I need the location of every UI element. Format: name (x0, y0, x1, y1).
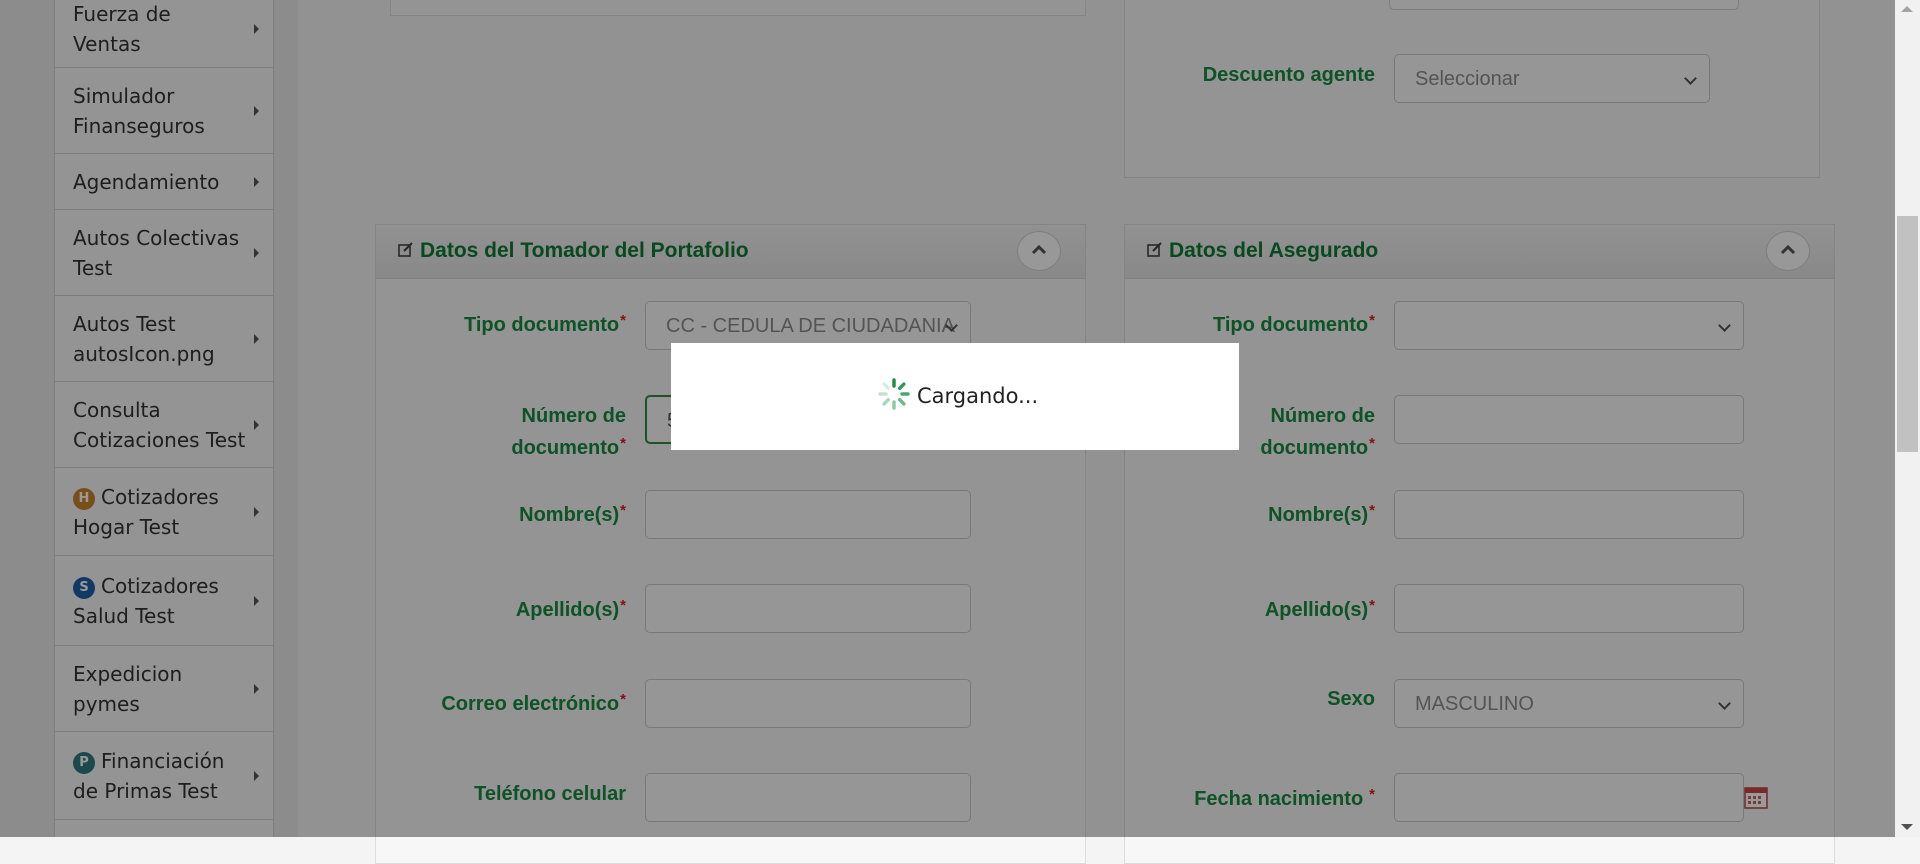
loading-dialog: Cargando... (671, 343, 1239, 450)
scrollbar-thumb[interactable] (1897, 216, 1918, 452)
scroll-up-arrow-icon[interactable] (1901, 6, 1913, 12)
spinner-icon (878, 378, 910, 410)
scroll-down-arrow-icon[interactable] (1901, 824, 1913, 830)
loading-text: Cargando... (917, 384, 1039, 408)
